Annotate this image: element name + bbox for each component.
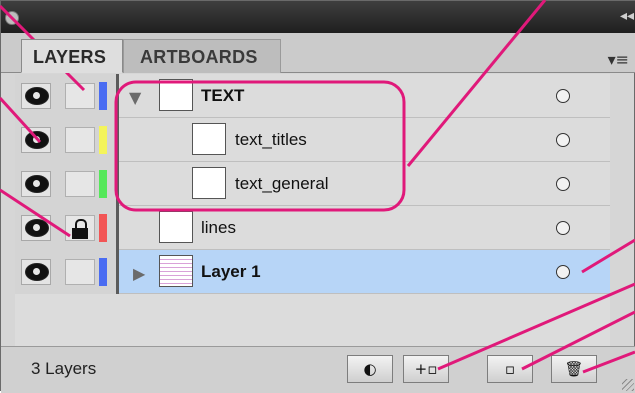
layer-row-text-general[interactable]: text_general	[15, 162, 610, 206]
layer-color-swatch	[99, 170, 107, 198]
visibility-toggle[interactable]	[21, 171, 51, 197]
layer-color-swatch	[99, 258, 107, 286]
tab-bar: LAYERS ARTBOARDS	[1, 33, 635, 73]
collapse-panel-icon[interactable]: ◂◂	[620, 8, 634, 24]
layer-thumbnail	[192, 167, 226, 199]
lock-toggle[interactable]	[65, 127, 95, 153]
layer-row-lines[interactable]: lines	[15, 206, 610, 250]
layer-thumbnail	[159, 211, 193, 243]
layer-controls	[15, 162, 119, 206]
layer-controls	[15, 118, 119, 162]
layer-color-swatch	[99, 214, 107, 242]
layer-thumbnail	[159, 255, 193, 287]
layer-thumbnail	[159, 79, 193, 111]
expanded-triangle-icon[interactable]: ▼	[129, 88, 141, 107]
target-circle-icon[interactable]	[556, 177, 570, 191]
target-circle-icon[interactable]	[556, 133, 570, 147]
target-circle-icon[interactable]	[556, 89, 570, 103]
eye-icon	[25, 219, 49, 237]
layer-name: Layer 1	[201, 262, 261, 281]
create-new-sublayer-button[interactable]: +▫	[403, 355, 449, 383]
panel-footer: 3 Layers ◐ +▫ ▫ 🗑	[1, 346, 635, 393]
visibility-toggle[interactable]	[21, 83, 51, 109]
layer-count: 3 Layers	[31, 359, 97, 378]
target-circle-icon[interactable]	[556, 265, 570, 279]
layer-color-swatch	[99, 126, 107, 154]
layer-row-text[interactable]: ▼ TEXT	[15, 74, 610, 118]
resize-grip[interactable]	[622, 379, 634, 391]
layer-row-text-titles[interactable]: text_titles	[15, 118, 610, 162]
layer-controls	[15, 206, 119, 250]
create-new-layer-button[interactable]: ▫	[487, 355, 533, 383]
eye-icon	[25, 263, 49, 281]
layer-name: text_titles	[235, 130, 307, 149]
layer-main[interactable]: lines	[119, 206, 610, 250]
layer-main[interactable]: text_titles	[119, 118, 610, 162]
layer-thumbnail	[192, 123, 226, 155]
layer-main[interactable]: ▼ TEXT	[119, 74, 610, 118]
layer-controls	[15, 74, 119, 118]
tab-artboards[interactable]: ARTBOARDS	[123, 39, 281, 73]
layer-controls	[15, 250, 119, 294]
lock-toggle[interactable]	[65, 215, 95, 241]
make-clipping-mask-button[interactable]: ◐	[347, 355, 393, 383]
tab-layers[interactable]: LAYERS	[21, 39, 123, 73]
layer-main[interactable]: ▶ Layer 1	[119, 250, 610, 294]
delete-selection-button[interactable]: 🗑	[551, 355, 597, 383]
panel-menu-icon[interactable]: ▾≡	[608, 50, 629, 69]
close-icon[interactable]	[5, 11, 19, 25]
eye-icon	[25, 131, 49, 149]
lock-toggle[interactable]	[65, 259, 95, 285]
lock-toggle[interactable]	[65, 171, 95, 197]
layer-color-swatch	[99, 82, 107, 110]
eye-icon	[25, 87, 49, 105]
layer-list: ▼ TEXT text_titles text_general lines ▶ …	[15, 74, 610, 346]
visibility-toggle[interactable]	[21, 127, 51, 153]
layer-main[interactable]: text_general	[119, 162, 610, 206]
lock-toggle[interactable]	[65, 83, 95, 109]
eye-icon	[25, 175, 49, 193]
visibility-toggle[interactable]	[21, 215, 51, 241]
layer-name: TEXT	[201, 86, 245, 105]
visibility-toggle[interactable]	[21, 259, 51, 285]
layer-row-layer-1[interactable]: ▶ Layer 1	[15, 250, 610, 294]
layers-panel: ◂◂ LAYERS ARTBOARDS ▾≡ ▼ TEXT text_title…	[0, 0, 635, 393]
panel-title-bar[interactable]: ◂◂	[1, 1, 635, 33]
target-circle-icon[interactable]	[556, 221, 570, 235]
collapsed-triangle-icon[interactable]: ▶	[133, 264, 145, 283]
layer-name: lines	[201, 218, 236, 237]
lock-icon	[72, 219, 88, 239]
layer-name: text_general	[235, 174, 329, 193]
